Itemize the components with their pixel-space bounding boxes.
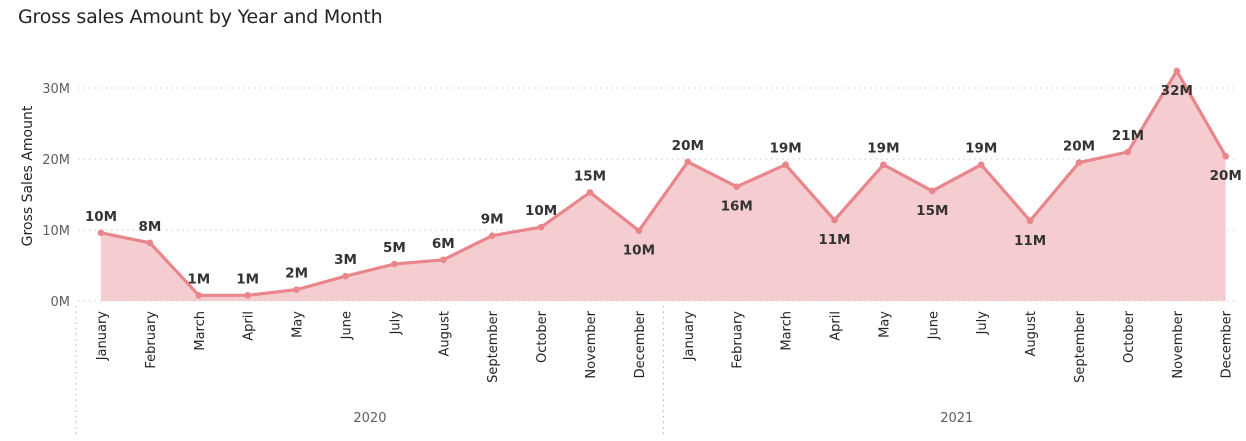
data-label: 16M xyxy=(721,199,753,215)
x-tick-label: March xyxy=(780,311,795,351)
x-tick-label: June xyxy=(926,311,941,340)
x-tick-label: November xyxy=(584,310,599,378)
y-tick-label: 10M xyxy=(42,224,70,239)
data-point[interactable] xyxy=(1124,148,1132,156)
data-label: 32M xyxy=(1161,83,1193,99)
data-label: 2M xyxy=(285,266,308,282)
x-tick-label: January xyxy=(95,311,110,362)
x-tick-label: January xyxy=(682,311,697,362)
data-label: 9M xyxy=(481,212,504,228)
data-label: 20M xyxy=(1210,168,1242,184)
data-label: 15M xyxy=(574,168,606,184)
data-label: 11M xyxy=(818,232,850,248)
data-point[interactable] xyxy=(880,161,887,168)
data-point[interactable] xyxy=(635,227,643,235)
data-point[interactable] xyxy=(244,292,251,299)
x-tick-label: October xyxy=(1122,310,1137,363)
data-label: 20M xyxy=(1063,139,1095,155)
x-tick-label: October xyxy=(535,310,550,363)
data-point[interactable] xyxy=(488,232,496,239)
x-tick-label: February xyxy=(144,311,159,369)
y-tick-label: 20M xyxy=(42,153,70,168)
data-label: 10M xyxy=(623,243,655,259)
data-point[interactable] xyxy=(342,272,349,280)
x-axis: January February March April May June July Augu… xyxy=(75,306,1235,436)
x-tick-label: May xyxy=(291,311,306,338)
x-tick-label: August xyxy=(437,311,452,357)
x-tick-label: February xyxy=(731,311,746,369)
data-label: 11M xyxy=(1014,233,1046,249)
x-tick-label: April xyxy=(242,311,257,341)
y-axis-title: Gross Sales Amount xyxy=(20,105,36,246)
data-point[interactable] xyxy=(586,189,594,196)
data-label: 21M xyxy=(1112,128,1144,144)
data-point[interactable] xyxy=(831,216,838,224)
data-label: 8M xyxy=(138,219,161,235)
year-group-label: 2021 xyxy=(940,411,973,426)
data-label: 1M xyxy=(236,271,259,287)
x-tick-label: July xyxy=(388,311,403,336)
x-tick-label: December xyxy=(1220,310,1235,378)
x-tick-label: December xyxy=(633,310,648,378)
y-tick-label: 0M xyxy=(51,295,71,310)
area-chart: 0M 10M 20M 30M 10M 8M 1M 1M 2M 3M 5M 6M 9M 10M 15M 10M… xyxy=(20,67,1242,436)
data-point[interactable] xyxy=(1173,67,1181,75)
data-label: 10M xyxy=(85,209,117,225)
data-point[interactable] xyxy=(1075,159,1083,166)
data-point[interactable] xyxy=(146,239,154,247)
data-point[interactable] xyxy=(1222,152,1229,160)
x-tick-label: May xyxy=(877,311,892,338)
data-label: 3M xyxy=(334,252,357,268)
x-tick-label: March xyxy=(193,311,208,351)
x-tick-label: September xyxy=(1073,310,1088,383)
data-point[interactable] xyxy=(782,161,789,168)
y-axis: 0M 10M 20M 30M xyxy=(42,82,70,310)
data-point[interactable] xyxy=(929,187,936,195)
data-label: 15M xyxy=(916,203,948,219)
x-tick-label: November xyxy=(1171,310,1186,378)
data-point[interactable] xyxy=(293,286,300,293)
data-label: 19M xyxy=(769,141,801,157)
y-tick-label: 30M xyxy=(42,82,70,97)
area-fill xyxy=(101,70,1226,302)
x-tick-label: April xyxy=(829,311,844,341)
data-point[interactable] xyxy=(977,161,985,168)
x-tick-label: September xyxy=(486,310,501,383)
data-point[interactable] xyxy=(733,183,740,190)
x-tick-label: August xyxy=(1024,311,1039,357)
data-point[interactable] xyxy=(440,256,447,264)
data-point[interactable] xyxy=(195,292,203,299)
series-area xyxy=(100,69,1228,302)
data-label: 19M xyxy=(867,141,899,157)
data-label: 5M xyxy=(383,240,406,256)
data-point[interactable] xyxy=(391,260,398,268)
data-point[interactable] xyxy=(1026,217,1034,225)
year-group-label: 2020 xyxy=(353,411,386,426)
data-point[interactable] xyxy=(97,229,105,237)
x-tick-label: July xyxy=(975,311,990,336)
data-label: 19M xyxy=(965,141,997,157)
data-label: 6M xyxy=(432,236,455,252)
data-point[interactable] xyxy=(684,158,692,166)
data-label: 20M xyxy=(672,138,704,154)
x-tick-label: June xyxy=(340,311,355,340)
data-label: 1M xyxy=(187,271,210,287)
data-point[interactable] xyxy=(537,223,545,231)
data-label: 10M xyxy=(525,203,557,219)
